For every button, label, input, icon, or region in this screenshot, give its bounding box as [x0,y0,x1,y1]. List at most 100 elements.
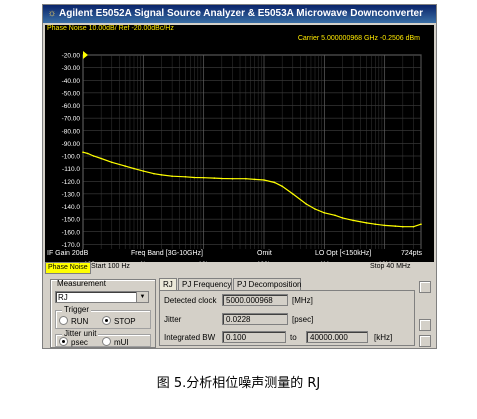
points-status: 724pts [401,250,423,257]
data-point [352,219,354,222]
chevron-down-icon[interactable]: ▼ [136,292,148,302]
data-point [402,225,404,228]
y-tick-label: -100.0 [62,154,81,161]
jitter-label: Jitter [164,315,182,324]
data-point [213,177,216,179]
trace-header: Phase Noise 10.00dB/ Ref -20.00dBc/Hz [47,25,174,32]
trigger-label: Trigger [62,305,92,314]
y-tick-label: -40.00 [62,78,81,85]
jitter-unit: [psec] [292,315,314,324]
data-point [231,177,234,180]
integrated-bw-to-input[interactable]: 40000.000 [306,331,368,343]
integrated-bw-label: Integrated BW [164,333,216,342]
data-point [160,174,163,176]
y-tick-label: -20.00 [62,53,81,60]
rj-tab-page: Detected clock 5000.000968 [MHz] Jitter … [159,290,415,346]
jitter-unit-mui-label: mUI [114,338,129,347]
measurement-select[interactable]: RJ ▼ [55,291,149,303]
carrier-readout: Carrier 5.000000968 GHz -0.2506 dBm [297,35,420,42]
jitter-unit-psec-label: psec [71,338,88,347]
radio-on-icon [59,337,68,346]
jitter-panel: Measurement RJ ▼ Trigger RUN STOP Jitter… [45,275,434,348]
data-point [133,167,135,170]
data-point [100,157,102,160]
data-point [263,179,265,181]
data-point [394,225,397,227]
data-point [341,217,344,219]
trigger-run-label: RUN [71,317,89,326]
data-point [82,151,84,153]
tab-pj-decomposition[interactable]: PJ Decomposition [233,278,301,290]
data-point [193,176,196,179]
data-point [412,225,415,228]
data-point [334,214,336,217]
phase-noise-plot[interactable]: Phase Noise 10.00dB/ Ref -20.00dBc/Hz Ca… [45,25,434,268]
stop-frequency[interactable]: Stop 40 MHz [370,263,410,270]
reference-marker [83,51,88,59]
figure-caption: 图 5.分析相位噪声测量的 RJ [156,376,321,391]
data-point [374,223,377,225]
data-point [305,203,308,205]
tab-pj-frequency[interactable]: PJ Frequency [178,278,232,290]
measurement-value: RJ [58,293,68,302]
agilent-logo-icon: ☼ [47,8,57,19]
data-point [420,223,422,225]
data-point [202,176,205,179]
data-point [292,193,294,195]
window-titlebar: ☼ Agilent E5052A Signal Source Analyzer &… [43,5,436,23]
panel-top-button[interactable] [419,281,431,293]
analyzer-window: ☼ Agilent E5052A Signal Source Analyzer &… [42,4,437,349]
detected-clock-label: Detected clock [164,296,217,305]
data-point [245,177,247,180]
integrated-bw-unit: [kHz] [374,333,393,342]
data-point [221,177,223,180]
measurement-group: Measurement RJ ▼ Trigger RUN STOP Jitter… [50,279,156,348]
jitter-unit-psec-radio[interactable]: psec [59,337,88,347]
y-tick-label: -80.00 [62,128,81,135]
start-frequency[interactable]: Start 100 Hz [91,263,130,270]
status-bar: IF Gain 20dB Freq Band [3G-10GHz] Omit L… [45,249,434,260]
window-title: Agilent E5052A Signal Source Analyzer & … [59,8,424,19]
data-point [184,176,187,178]
y-tick-label: -130.0 [62,191,81,198]
y-tick-label: -60.00 [62,103,81,110]
integrated-bw-from-input[interactable]: 0.100 [222,331,286,343]
data-point [124,165,126,167]
y-tick-label: -120.0 [62,179,81,186]
trigger-stop-radio[interactable]: STOP [102,316,136,326]
data-point [314,208,316,210]
jitter-unit-mui-radio[interactable]: mUI [102,337,129,347]
measurement-label: Measurement [57,279,106,288]
y-tick-label: -150.0 [62,217,81,224]
lo-opt-status: LO Opt [<150kHz] [315,250,372,257]
y-tick-label: -50.00 [62,90,81,97]
panel-bottom-button[interactable] [419,335,431,347]
panel-middle-button[interactable] [419,319,431,331]
trigger-group: Trigger RUN STOP [55,305,151,329]
radio-off-icon [59,316,68,325]
if-gain-status: IF Gain 20dB [47,250,89,257]
data-point [87,152,89,155]
omit-status: Omit [257,250,272,257]
data-point [111,161,113,164]
data-point [281,185,283,188]
radio-off-icon [102,337,111,346]
tab-phase-noise[interactable]: Phase Noise [45,262,91,274]
series-line [82,151,422,228]
data-point [365,222,368,224]
jitter-field: 0.0228 [222,313,288,325]
data-point [92,155,95,157]
data-point [171,175,173,177]
nav-bar: Phase Noise Start 100 Hz Stop 40 MHz [45,262,434,274]
y-tick-label: -170.0 [62,242,81,249]
y-tick-label: -90.00 [62,141,81,148]
y-tick-label: -160.0 [62,229,81,236]
jitter-unit-group: Jitter unit psec mUI [55,329,151,347]
trigger-run-radio[interactable]: RUN [59,316,88,326]
y-tick-label: -140.0 [62,204,81,211]
data-point [383,224,386,227]
y-tick-label: -70.00 [62,116,81,123]
y-tick-label: -30.00 [62,65,81,72]
data-point [273,181,276,184]
detected-clock-field: 5000.000968 [222,294,288,306]
